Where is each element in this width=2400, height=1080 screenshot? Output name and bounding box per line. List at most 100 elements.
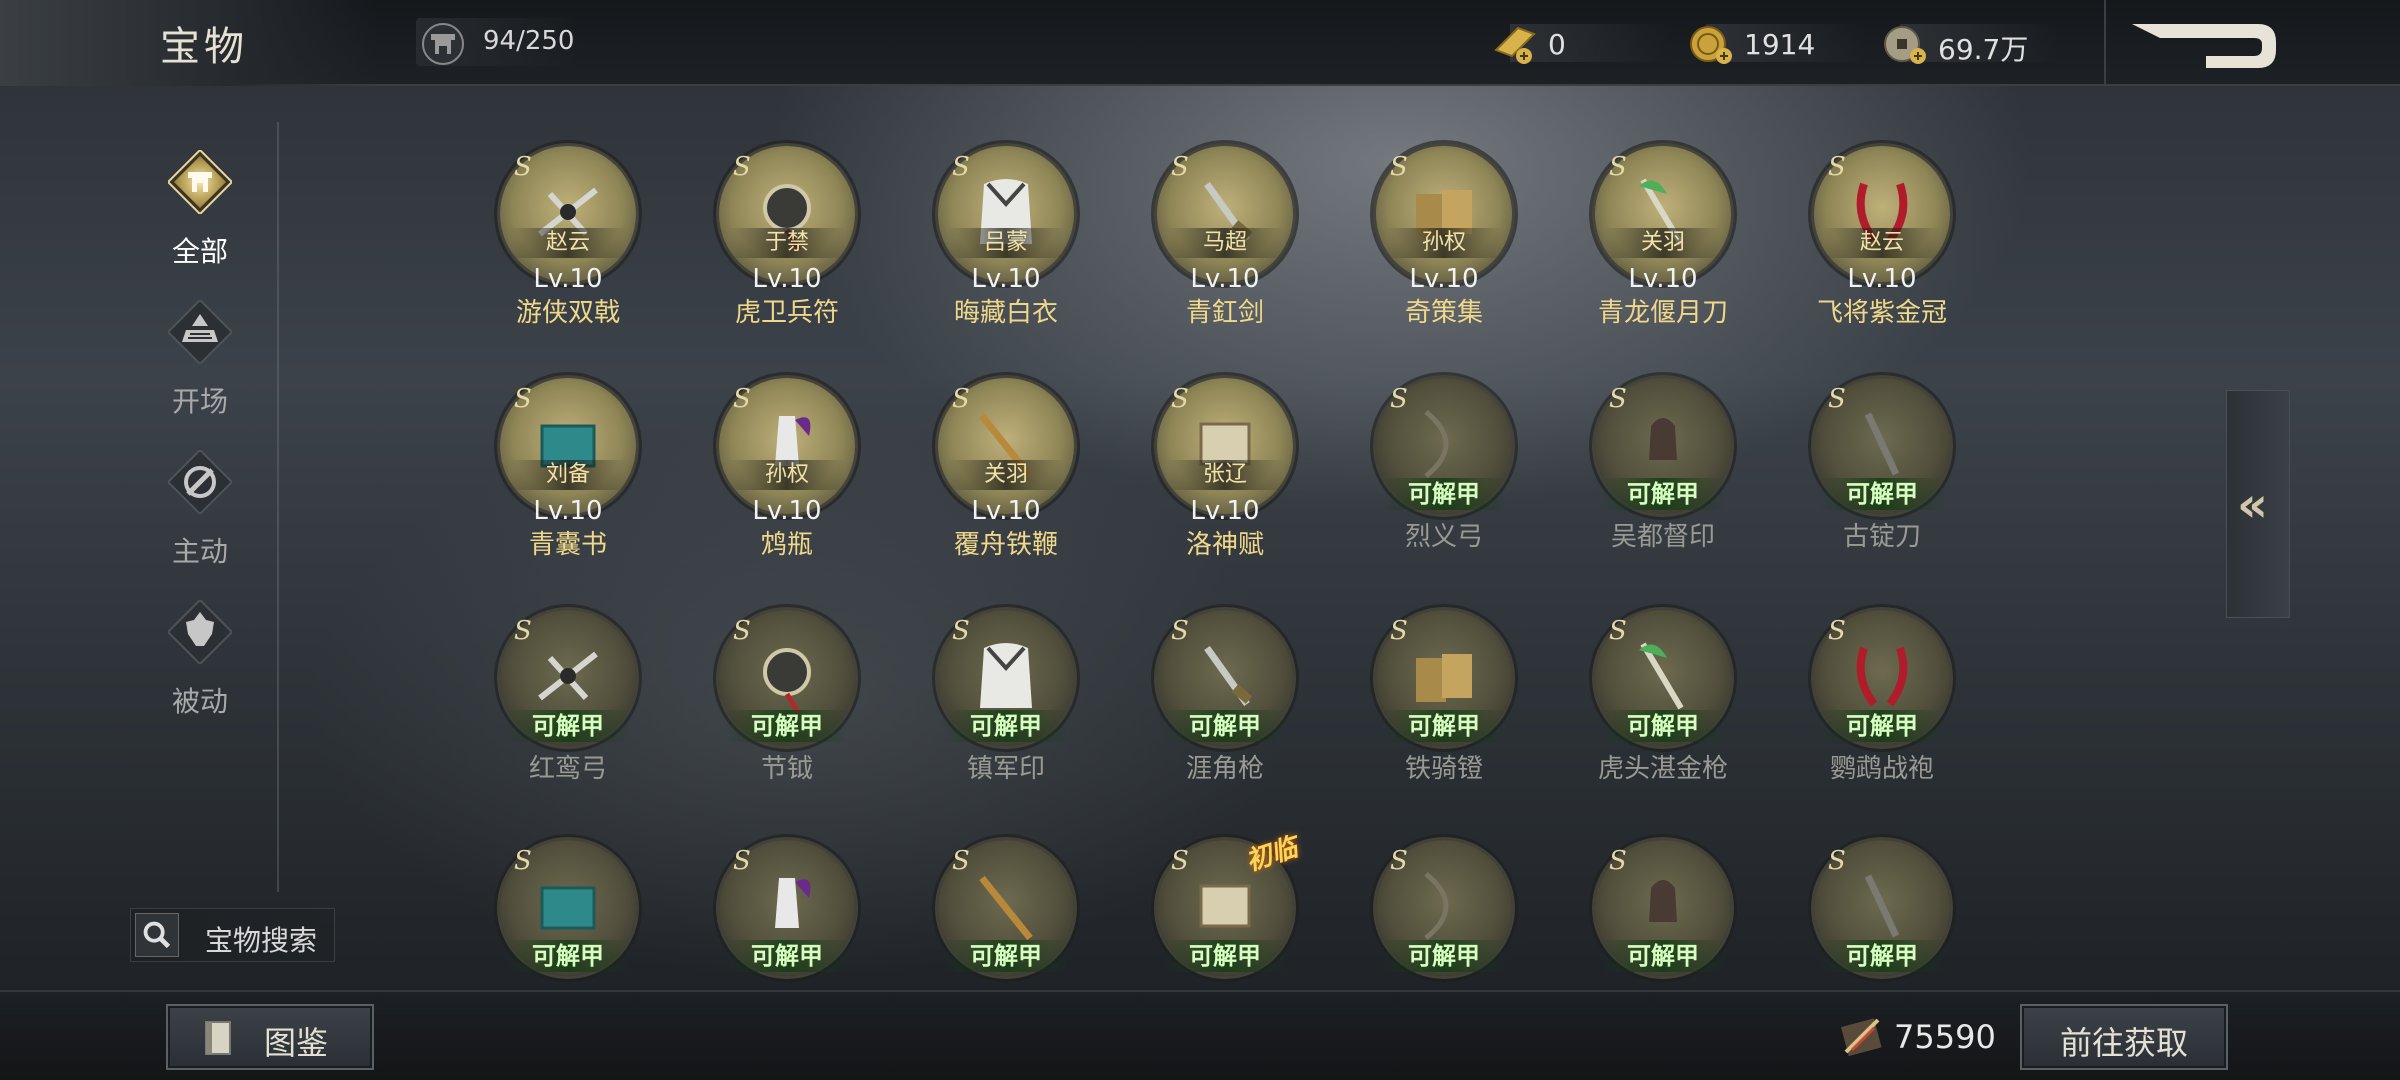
active-category-icon [168, 450, 232, 514]
top-bar: 宝物 94/250 0 1914 69.7万 [0, 0, 2400, 86]
treasure-name: 飞将紫金冠 [1816, 298, 1947, 328]
rarity-mark: S [1609, 616, 1627, 646]
treasure-slot[interactable]: S 赵云 Lv.10 游侠双戟 [460, 146, 640, 346]
rarity-mark: S [1171, 384, 1189, 414]
gold-coin-currency[interactable]: 1914 [1686, 16, 1886, 68]
rarity-mark: S [514, 152, 532, 182]
sidebar-item-all[interactable]: 全部 [140, 150, 260, 270]
top-divider [2104, 0, 2106, 86]
treasure-name: 游侠双戟 [515, 298, 620, 328]
treasure-slot[interactable]: S 可解甲镇军印 [898, 610, 1078, 810]
treasure-name: 虎头湛金枪 [1597, 754, 1728, 784]
treasure-name: 鹦鹉战袍 [1829, 754, 1934, 784]
treasure-name: 洛神赋 [1185, 530, 1264, 560]
owner-label: 吕蒙 [948, 228, 1064, 258]
treasure-slot[interactable]: S 可解甲 虎头湛金枪 [1555, 610, 1735, 810]
rarity-mark: S [1609, 152, 1627, 182]
treasure-slot[interactable]: S 张辽 Lv.10 洛神赋 [1117, 378, 1297, 578]
treasure-slot[interactable]: S 吕蒙 Lv.10 晦藏白衣 [898, 146, 1078, 346]
back-button[interactable] [2128, 16, 2280, 74]
rarity-mark: S [1171, 616, 1189, 646]
rarity-mark: S [1171, 846, 1189, 876]
collapse-button[interactable]: « [2226, 390, 2290, 618]
rarity-mark: S [1609, 846, 1627, 876]
capacity-icon [422, 23, 464, 65]
owner-label: 孙权 [1386, 228, 1502, 258]
gold-bar-amount: 0 [1548, 28, 1566, 61]
treasure-slot[interactable]: S 可解甲古锭刀 [1774, 378, 1954, 578]
sidebar-item-label: 开场 [171, 385, 228, 418]
capacity-count: 94/250 [483, 26, 575, 56]
status-badge: 可解甲 [944, 940, 1068, 972]
copper-coin-icon [1884, 26, 1926, 64]
treasure-slot[interactable]: S 可解甲 吴都督印 [1555, 378, 1735, 578]
treasure-name: 晦藏白衣 [953, 298, 1058, 328]
treasure-name: 青龙偃月刀 [1597, 298, 1728, 328]
treasure-slot[interactable]: S 可解甲 涯角枪 [1117, 610, 1297, 810]
level-label: Lv.10 [1190, 496, 1260, 526]
treasure-slot[interactable]: S 可解甲 烈义弓 [1336, 378, 1516, 578]
rarity-mark: S [952, 846, 970, 876]
status-badge: 可解甲 [725, 940, 849, 972]
rarity-mark: S [1171, 152, 1189, 182]
sidebar-item-label: 全部 [171, 235, 228, 268]
status-badge: 可解甲 [1820, 710, 1944, 742]
treasure-slot[interactable]: S 马超 Lv.10 青釭剑 [1117, 146, 1297, 346]
treasure-slot[interactable]: S 关羽 Lv.10 青龙偃月刀 [1555, 146, 1735, 346]
rarity-mark: S [952, 616, 970, 646]
go-obtain-button[interactable]: 前往获取 [2020, 1004, 2228, 1070]
level-label: Lv.10 [971, 264, 1041, 294]
rarity-mark: S [1828, 616, 1846, 646]
treasure-slot[interactable]: S 可解甲 节钺 [679, 610, 859, 810]
rarity-mark: S [1390, 152, 1408, 182]
gold-bar-currency[interactable]: 0 [1490, 16, 1670, 68]
treasure-slot[interactable]: S 关羽 Lv.10 覆舟铁鞭 [898, 378, 1078, 578]
rarity-mark: S [1390, 616, 1408, 646]
level-label: Lv.10 [752, 264, 822, 294]
treasure-name: 青釭剑 [1185, 298, 1264, 328]
treasure-slot[interactable]: S 于禁 Lv.10 虎卫兵符 [679, 146, 859, 346]
codex-button[interactable]: 图鉴 [166, 1004, 374, 1070]
status-badge: 可解甲 [506, 710, 630, 742]
treasure-slot[interactable]: S 孙权 Lv.10 鸩瓶 [679, 378, 859, 578]
treasure-slot[interactable]: S 刘备 Lv.10 青囊书 [460, 378, 640, 578]
rarity-mark: S [733, 616, 751, 646]
rarity-mark: S [1828, 152, 1846, 182]
owner-label: 关羽 [948, 460, 1064, 490]
sidebar-item-active[interactable]: 主动 [140, 450, 260, 570]
level-label: Lv.10 [1628, 264, 1698, 294]
status-badge: 可解甲 [1601, 940, 1725, 972]
rarity-mark: S [1828, 384, 1846, 414]
status-badge: 可解甲 [944, 710, 1068, 742]
level-label: Lv.10 [533, 264, 603, 294]
treasure-slot[interactable]: S 可解甲 铁骑镫 [1336, 610, 1516, 810]
material-count: 75590 [1894, 1018, 1996, 1056]
status-badge: 可解甲 [1382, 478, 1506, 510]
owner-label: 赵云 [1824, 228, 1940, 258]
rarity-mark: S [1828, 846, 1846, 876]
treasure-slot[interactable]: S 孙权 Lv.10 奇策集 [1336, 146, 1516, 346]
passive-category-icon [168, 600, 232, 664]
treasure-slot[interactable]: S 赵云 Lv.10 飞将紫金冠 [1774, 146, 1954, 346]
treasure-search[interactable]: 宝物搜索 [130, 908, 335, 962]
sidebar-item-label: 被动 [171, 685, 228, 718]
treasure-material-icon [1840, 1018, 1882, 1057]
status-badge: 可解甲 [725, 710, 849, 742]
rarity-mark: S [1609, 384, 1627, 414]
sidebar-item-opening[interactable]: 开场 [140, 300, 260, 420]
treasure-name: 古锭刀 [1842, 522, 1921, 552]
copper-coin-currency[interactable]: 69.7万 [1880, 16, 2080, 68]
double-chevron-left-icon: « [2237, 477, 2269, 533]
treasure-slot[interactable]: S 可解甲鹦鹉战袍 [1774, 610, 1954, 810]
treasure-name: 镇军印 [966, 754, 1045, 784]
treasure-name: 奇策集 [1404, 298, 1483, 328]
treasure-slot[interactable]: S 可解甲 红鸾弓 [460, 610, 640, 810]
owner-label: 孙权 [729, 460, 845, 490]
gold-coin-icon [1690, 26, 1732, 64]
status-badge: 可解甲 [1820, 478, 1944, 510]
sidebar-item-passive[interactable]: 被动 [140, 600, 260, 720]
rarity-mark: S [733, 384, 751, 414]
rarity-mark: S [952, 384, 970, 414]
treasure-name: 虎卫兵符 [734, 298, 839, 328]
rarity-mark: S [733, 152, 751, 182]
